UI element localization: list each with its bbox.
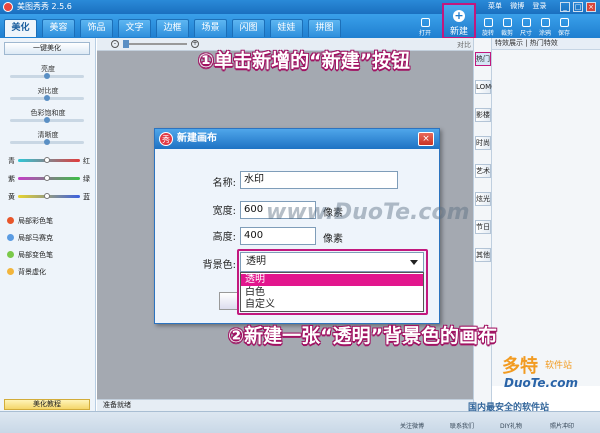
slider-thumb[interactable]	[44, 139, 50, 145]
slider-thumb[interactable]	[44, 157, 50, 163]
rotate-icon	[483, 18, 493, 27]
local-color-pen[interactable]: 局部彩色笔	[7, 216, 53, 226]
title-bar: 美图秀秀 2.5.6 菜单 微博 登录 _ □ ×	[0, 0, 600, 14]
main-header: 美化 美容 饰品 文字 边框 场景 闪图 娃娃 拼图 打开 旋转 裁剪 尺寸 涂…	[0, 14, 600, 38]
beautify-tutorial-button[interactable]: 美化教程	[4, 399, 90, 410]
minimize-button[interactable]: _	[560, 2, 570, 12]
slider-thumb[interactable]	[44, 175, 50, 181]
vtab-hot[interactable]: 热门	[475, 52, 491, 66]
save-icon	[559, 18, 569, 27]
recolor-pen-icon	[7, 251, 14, 258]
slider-thumb[interactable]	[123, 40, 129, 48]
contact-link[interactable]: 联系我们	[450, 421, 474, 430]
resize-button[interactable]: 尺寸	[517, 18, 535, 38]
crop-button[interactable]: 裁剪	[498, 18, 516, 38]
width-label: 宽度:	[212, 206, 236, 217]
left-panel: 一键美化 亮度 对比度 色彩饱和度 清晰度 青 红 紫 绿 黄 蓝 局部彩色笔 …	[0, 38, 96, 411]
vtab-studio[interactable]: 影楼	[475, 108, 491, 122]
diy-gift-link[interactable]: DIY礼物	[500, 421, 522, 430]
tab-collage[interactable]: 拼图	[308, 19, 341, 37]
background-color-label: 背景色:	[202, 260, 236, 271]
magenta-green-slider[interactable]: 紫 绿	[2, 174, 94, 183]
dialog-logo-icon: 秀	[159, 132, 173, 146]
tab-flash[interactable]: 闪图	[232, 19, 265, 37]
footer-watermark: 国内最安全的软件站	[468, 403, 550, 413]
highlight-frame	[237, 249, 428, 315]
vtab-glow[interactable]: 炫光	[475, 192, 491, 206]
cyan-red-slider[interactable]: 青 红	[2, 156, 94, 165]
local-recolor-pen[interactable]: 局部变色笔	[7, 250, 53, 260]
tab-scene[interactable]: 场景	[194, 19, 227, 37]
blur-icon	[7, 268, 14, 275]
maximize-button[interactable]: □	[573, 2, 583, 12]
tab-makeup[interactable]: 美容	[42, 19, 75, 37]
tab-frame[interactable]: 边框	[156, 19, 189, 37]
compare-button[interactable]: 对比	[457, 40, 471, 50]
background-blur[interactable]: 背景虚化	[7, 267, 46, 277]
rotate-button[interactable]: 旋转	[479, 18, 497, 38]
follow-weibo-link[interactable]: 关注微博	[400, 421, 424, 430]
vtab-festival[interactable]: 节日	[475, 220, 491, 234]
duote-logo: 多特 软件站 DuoTe.com	[502, 356, 578, 390]
crop-icon	[502, 18, 512, 27]
sharpness-slider[interactable]	[10, 139, 84, 145]
local-mosaic[interactable]: 局部马赛克	[7, 233, 53, 243]
yellow-blue-slider[interactable]: 黄 蓝	[2, 192, 94, 201]
effect-tabs[interactable]: 特效展示 | 热门特效	[492, 38, 600, 50]
menu-link[interactable]: 菜单	[488, 2, 502, 10]
app-logo-icon	[3, 2, 13, 12]
zoom-slider[interactable]	[123, 40, 187, 48]
tab-accessory[interactable]: 饰品	[80, 19, 113, 37]
step1-callout: ①单击新增的“新建”按钮	[198, 50, 411, 72]
vtab-art[interactable]: 艺术	[475, 164, 491, 178]
slider-thumb[interactable]	[44, 193, 50, 199]
status-bar: 关注微博 联系我们 DIY礼物 照片冲印	[0, 411, 600, 433]
close-button[interactable]: ×	[586, 2, 596, 12]
photo-print-link[interactable]: 照片冲印	[550, 421, 574, 430]
effect-list	[492, 50, 600, 386]
open-button[interactable]: 打开	[416, 18, 434, 38]
title-links: 菜单 微博 登录	[488, 1, 552, 11]
duote-watermark: www.DuoTe.com	[266, 200, 470, 225]
brightness-slider[interactable]	[10, 73, 84, 79]
window-title: 美图秀秀 2.5.6	[17, 2, 72, 11]
name-input[interactable]: 水印	[240, 171, 398, 189]
saturation-slider[interactable]	[10, 117, 84, 123]
step2-callout: ②新建一张“透明”背景色的画布	[228, 325, 498, 347]
height-input[interactable]: 400	[240, 227, 316, 245]
dialog-close-button[interactable]: ×	[418, 132, 434, 146]
slider-thumb[interactable]	[44, 117, 50, 123]
name-label: 名称:	[212, 178, 236, 189]
save-button[interactable]: 保存	[555, 18, 573, 38]
tab-beautify[interactable]: 美化	[4, 19, 37, 37]
confirm-button[interactable]	[219, 292, 239, 310]
vtab-fashion[interactable]: 时尚	[475, 136, 491, 150]
vtab-lomo[interactable]: LOMO	[475, 80, 497, 94]
resize-icon	[521, 18, 531, 27]
weibo-link[interactable]: 微博	[510, 2, 524, 10]
tab-text[interactable]: 文字	[118, 19, 151, 37]
color-pen-icon	[7, 217, 14, 224]
folder-icon	[420, 18, 430, 27]
tab-doll[interactable]: 娃娃	[270, 19, 303, 37]
canvas-status: 准备就绪	[97, 399, 473, 411]
new-canvas-button[interactable]: + 新建	[442, 3, 476, 39]
mosaic-icon	[7, 234, 14, 241]
brush-icon	[540, 18, 550, 27]
height-unit: 像素	[323, 234, 343, 245]
height-label: 高度:	[212, 232, 236, 243]
doodle-button[interactable]: 涂鸦	[536, 18, 554, 38]
login-link[interactable]: 登录	[532, 2, 546, 10]
slider-thumb[interactable]	[44, 95, 50, 101]
zoom-out-icon[interactable]: -	[111, 40, 119, 48]
slider-thumb[interactable]	[44, 73, 50, 79]
one-click-beautify-button[interactable]: 一键美化	[4, 42, 90, 55]
plus-icon: +	[453, 9, 465, 22]
dialog-title: 新建画布	[155, 129, 439, 149]
contrast-slider[interactable]	[10, 95, 84, 101]
vtab-other[interactable]: 其他	[475, 248, 491, 262]
